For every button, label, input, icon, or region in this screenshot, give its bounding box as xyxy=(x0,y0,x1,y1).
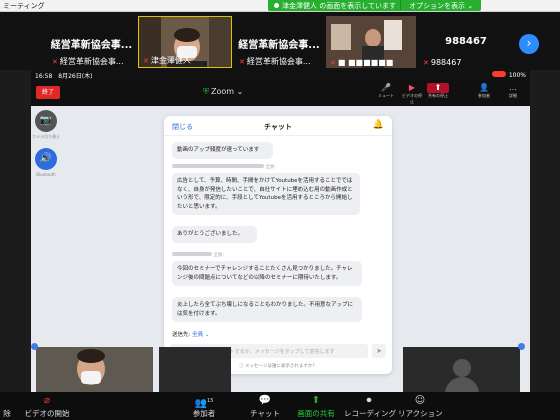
thumbnail-corner-badge xyxy=(31,343,38,350)
chat-message-meta: 全員： xyxy=(172,252,227,258)
participants-icon: 👥15 xyxy=(194,398,214,409)
participant-caption: ✕ ■ ■■■■■■ xyxy=(330,58,394,67)
thumbnail-corner-badge xyxy=(518,343,525,350)
video-icon: ▶ xyxy=(408,83,416,92)
participant-tile[interactable]: ✕ ■ ■■■■■■ xyxy=(326,16,416,68)
send-to-label: 送信先: xyxy=(172,332,191,338)
chat-message[interactable]: 今回のセミナーでチャレンジすることたくさん見つかりました。チャレンジ後の問題点に… xyxy=(172,261,362,286)
chat-icon: 💬 xyxy=(258,395,272,406)
participant-tile[interactable]: 経営革新協会事... ✕ 経営革新協会事... xyxy=(48,16,135,68)
mic-off-icon: ✕ xyxy=(239,58,245,66)
share-icon: ⬆ xyxy=(427,83,449,93)
share-banner: 津金澤健人 の画面を表示しています xyxy=(268,0,403,11)
send-to-row: 送信先: 全員 ⌄ xyxy=(172,330,209,338)
participant-caption: ✕ 津金澤健人 xyxy=(143,56,191,65)
chat-message-meta: 全員： xyxy=(172,164,279,170)
more-icon: … xyxy=(509,83,517,92)
meeting-toolbar: 除 ⌀ ビデオの開始 👥15 参加者 💬 チャット ⬆ 画面の共有 ⏺ レコーディング ☺… xyxy=(0,392,560,420)
mic-off-icon: ✕ xyxy=(330,59,336,67)
camera-switch-button[interactable]: 📷 xyxy=(35,110,57,132)
mic-off-icon: ✕ xyxy=(423,59,429,67)
share-screen-icon: ⬆ xyxy=(311,395,321,406)
bluetooth-audio-button[interactable]: 🔊 xyxy=(35,148,57,170)
record-icon: ⏺ xyxy=(366,395,372,406)
toolbar-item[interactable]: 除 xyxy=(0,394,14,419)
zoom-meeting-title[interactable]: ⛨ Zoom ⌄ xyxy=(203,87,243,97)
next-page-button[interactable]: › xyxy=(519,34,539,54)
recording-indicator xyxy=(491,71,506,77)
shield-icon: ⛨ xyxy=(203,87,209,96)
bell-icon[interactable]: 🔔 xyxy=(373,120,384,130)
record-button[interactable]: ⏺ レコーディング xyxy=(344,394,396,419)
participant-name-large: 988467 xyxy=(445,36,487,47)
participant-caption: ✕ 経営革新協会事... xyxy=(52,57,124,66)
reaction-icon: ☺ xyxy=(414,395,426,406)
bluetooth-label: Bluetooth xyxy=(36,172,56,177)
share-indicator-icon xyxy=(274,3,279,8)
left-controls: 📷 カメラ切り替え 🔊 Bluetooth xyxy=(31,106,61,236)
camera-icon: 📷 xyxy=(39,115,53,126)
stop-share-button[interactable]: ⬆ 共有の停止 xyxy=(427,83,449,99)
microphone-icon: 🎤 xyxy=(381,83,391,92)
mic-off-icon: ✕ xyxy=(52,58,58,66)
camera-switch-label: カメラ切り替え xyxy=(32,134,60,139)
participants-button[interactable]: 👤 参加者 xyxy=(473,83,495,99)
chat-message[interactable]: ありがとうございました。 xyxy=(172,226,257,243)
participant-video xyxy=(36,347,153,392)
reactions-button[interactable]: ☺ リアクション xyxy=(398,394,443,419)
participant-thumbnail[interactable] xyxy=(159,347,231,392)
chat-message[interactable]: 広告として、予算、時間、手間をかけてYoutubeを活用することでではなく、自身… xyxy=(172,173,360,215)
share-screen-button[interactable]: ⬆ 画面の共有 xyxy=(293,394,339,419)
speaker-icon: 🔊 xyxy=(39,153,53,164)
chat-message[interactable]: 動画のアップ頻度が速っています xyxy=(172,142,273,159)
chat-header: 閉じる チャット 🔔 xyxy=(164,116,392,136)
send-to-dropdown[interactable]: 全員 ⌄ xyxy=(192,332,209,338)
status-right: 100% xyxy=(491,71,526,79)
chat-title: チャット xyxy=(264,123,292,131)
participant-strip: 経営革新協会事... ✕ 経営革新協会事... ✕ 津金澤健人 経営革新協会事...… xyxy=(0,12,560,70)
zoom-window: ミーティング 津金澤健人 の画面を表示しています オプションを表示 ⌄ 経営革新… xyxy=(0,0,560,420)
battery-level: 100% xyxy=(508,72,526,79)
participant-caption: ✕ 988467 xyxy=(423,58,462,67)
end-meeting-button[interactable]: 終了 xyxy=(36,86,60,99)
start-video-button[interactable]: ⌀ ビデオの開始 xyxy=(22,394,72,419)
share-banner-text: 津金澤健人 の画面を表示しています xyxy=(282,2,397,10)
stop-video-button[interactable]: ▶ ビデオの停止 xyxy=(401,83,423,105)
view-options-button[interactable]: オプションを表示 ⌄ xyxy=(400,0,482,11)
mute-button[interactable]: 🎤 ミュート xyxy=(375,83,397,99)
participant-tile-active[interactable]: ✕ 津金澤健人 xyxy=(138,16,232,68)
chat-message[interactable]: 炎上したら全てぶち壊しになることもわかりました。不用意なアップには気を付けます。 xyxy=(172,297,362,322)
chat-panel: 閉じる チャット 🔔 動画のアップ頻度が速っています 全員： 広告として、予算、… xyxy=(164,116,392,374)
participant-tile[interactable]: 988467 ✕ 988467 xyxy=(419,16,513,68)
participant-thumbnail[interactable] xyxy=(36,347,153,392)
avatar xyxy=(452,359,471,377)
window-title: ミーティング xyxy=(3,2,45,10)
status-time: 16:58 8月26日(木) xyxy=(35,73,93,80)
participants-icon: 👤 xyxy=(479,83,489,92)
participants-button[interactable]: 👥15 参加者 xyxy=(186,394,222,419)
participant-name-large: 経営革新協会事... xyxy=(50,40,133,51)
participant-caption: ✕ 経営革新協会事... xyxy=(239,57,311,66)
participant-name-large: 経営革新協会事... xyxy=(238,40,320,51)
participant-thumbnail[interactable] xyxy=(403,347,520,392)
mic-off-icon: ✕ xyxy=(143,57,149,65)
avatar-body xyxy=(444,377,479,392)
zoom-top-bar: 終了 ⛨ Zoom ⌄ 🎤 ミュート ▶ ビデオの停止 ⬆ 共有の停止 👤 参加者 … 詳細 xyxy=(31,80,530,106)
participant-tile[interactable]: 経営革新協会事... ✕ 経営革新協会事... xyxy=(235,16,323,68)
more-button[interactable]: … 詳細 xyxy=(502,83,524,99)
video-off-icon: ⌀ xyxy=(43,395,51,406)
phone-status-bar: 16:58 8月26日(木) 100% xyxy=(31,70,530,80)
send-icon[interactable]: ➤ xyxy=(372,344,386,358)
chat-button[interactable]: 💬 チャット xyxy=(247,394,283,419)
